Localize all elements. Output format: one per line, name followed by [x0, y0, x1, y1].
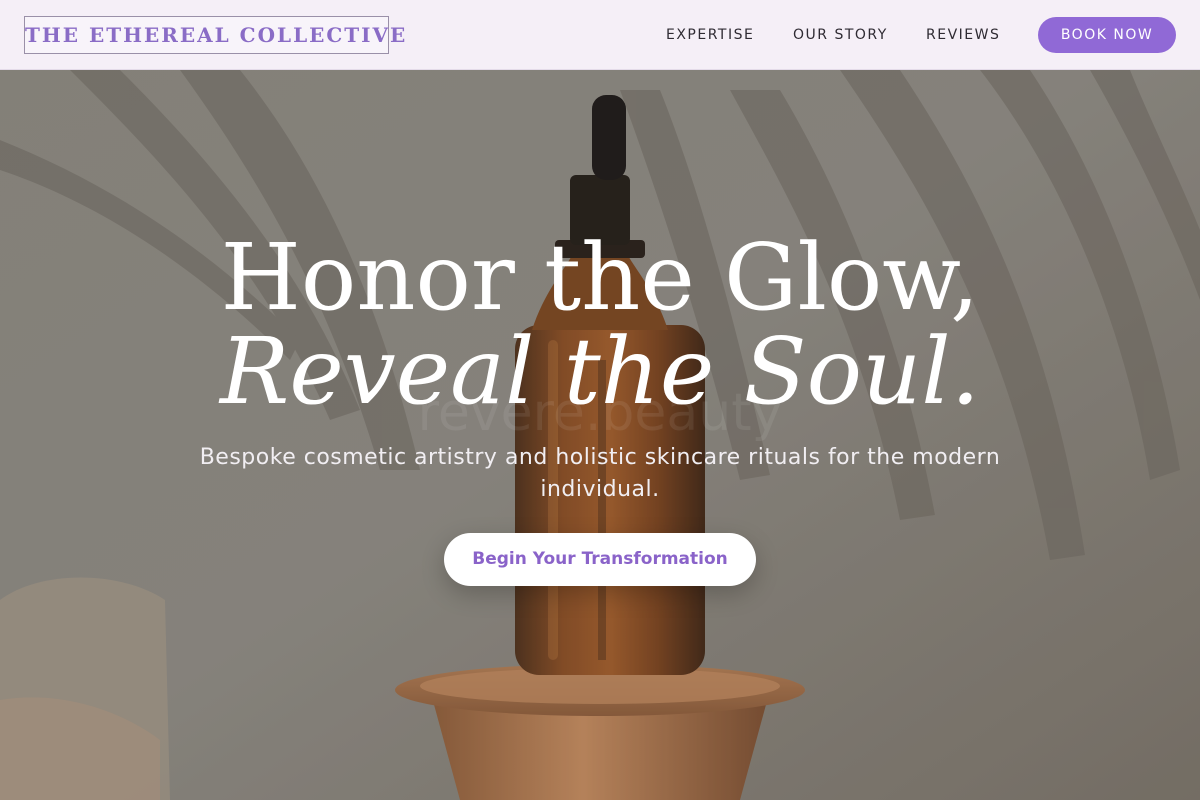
hero-headline-line2: Reveal the Soul.: [220, 318, 980, 425]
book-now-button[interactable]: BOOK NOW: [1038, 17, 1176, 53]
brand-logo[interactable]: THE ETHEREAL COLLECTIVE: [24, 16, 405, 54]
nav-link-our-story[interactable]: OUR STORY: [793, 25, 888, 45]
nav-link-expertise[interactable]: EXPERTISE: [666, 25, 754, 45]
nav-link-reviews[interactable]: REVIEWS: [926, 25, 1000, 45]
hero-subtitle: Bespoke cosmetic artistry and holistic s…: [199, 445, 1001, 502]
site-header: THE ETHEREAL COLLECTIVE EXPERTISE OUR ST…: [0, 0, 1200, 70]
hero-headline-line1: Honor the Glow,: [220, 224, 980, 331]
begin-transformation-button[interactable]: Begin Your Transformation: [444, 533, 756, 586]
